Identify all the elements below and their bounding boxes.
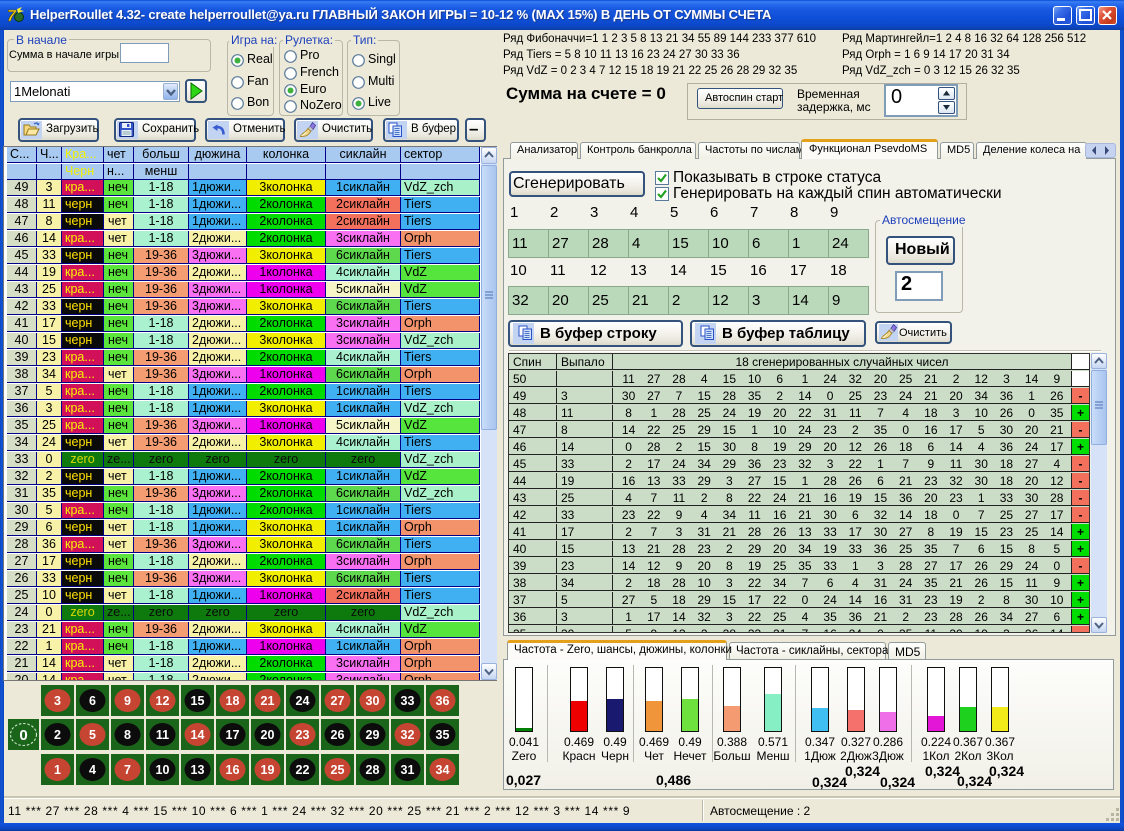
svg-text:28: 28 bbox=[366, 763, 380, 777]
svg-text:9: 9 bbox=[124, 694, 131, 708]
svg-text:0: 0 bbox=[19, 727, 27, 744]
svg-text:8: 8 bbox=[124, 728, 131, 742]
svg-text:13: 13 bbox=[191, 763, 205, 777]
svg-text:24: 24 bbox=[296, 694, 310, 708]
svg-text:1: 1 bbox=[54, 763, 61, 777]
svg-text:7: 7 bbox=[124, 763, 131, 777]
svg-text:19: 19 bbox=[261, 763, 275, 777]
svg-text:11: 11 bbox=[156, 728, 169, 742]
svg-text:35: 35 bbox=[436, 728, 450, 742]
svg-text:3: 3 bbox=[54, 694, 61, 708]
svg-text:17: 17 bbox=[226, 728, 240, 742]
svg-text:4: 4 bbox=[89, 763, 96, 777]
svg-text:15: 15 bbox=[191, 694, 205, 708]
svg-text:26: 26 bbox=[331, 728, 345, 742]
svg-text:33: 33 bbox=[401, 694, 415, 708]
svg-text:5: 5 bbox=[89, 728, 96, 742]
svg-text:34: 34 bbox=[436, 763, 450, 777]
svg-text:29: 29 bbox=[366, 728, 380, 742]
svg-text:2: 2 bbox=[54, 728, 61, 742]
svg-text:27: 27 bbox=[331, 694, 345, 708]
svg-text:23: 23 bbox=[296, 728, 310, 742]
svg-text:6: 6 bbox=[89, 694, 96, 708]
svg-text:36: 36 bbox=[436, 694, 450, 708]
svg-text:20: 20 bbox=[261, 728, 275, 742]
svg-text:30: 30 bbox=[366, 694, 380, 708]
svg-text:14: 14 bbox=[191, 728, 205, 742]
svg-text:18: 18 bbox=[226, 694, 240, 708]
svg-text:32: 32 bbox=[401, 728, 415, 742]
svg-text:16: 16 bbox=[226, 763, 240, 777]
svg-text:21: 21 bbox=[261, 694, 275, 708]
svg-text:31: 31 bbox=[401, 763, 415, 777]
svg-text:10: 10 bbox=[156, 763, 170, 777]
svg-text:22: 22 bbox=[296, 763, 310, 777]
svg-text:25: 25 bbox=[331, 763, 345, 777]
svg-text:12: 12 bbox=[156, 694, 170, 708]
